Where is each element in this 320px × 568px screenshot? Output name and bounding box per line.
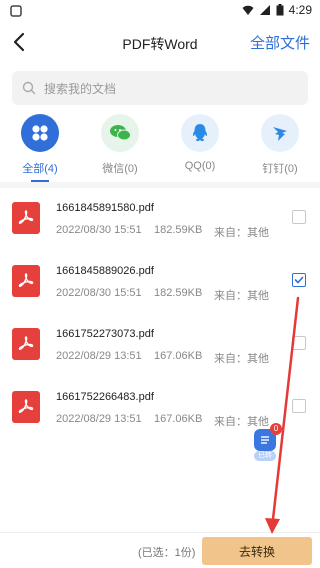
filter-label-qq: QQ(0) (184, 160, 216, 172)
wifi-icon (242, 5, 254, 15)
bottom-action-bar: (已选：1份) 去转换 (0, 532, 320, 568)
converted-count-badge: 0 (270, 423, 282, 435)
file-size: 167.06KB (154, 350, 203, 362)
file-select-checkbox[interactable] (292, 210, 306, 224)
battery-icon (276, 4, 284, 16)
status-time: 4:29 (288, 3, 312, 17)
file-source: 来自：其他 (214, 290, 269, 302)
qq-icon (181, 114, 219, 152)
wechat-icon (101, 114, 139, 152)
filter-tab-wechat[interactable]: 微信(0) (88, 114, 152, 176)
filter-tab-qq[interactable]: QQ(0) (168, 114, 232, 172)
file-name: 1661752266483.pdf (56, 391, 154, 403)
file-size: 182.59KB (154, 224, 203, 236)
filter-label-all: 全部(4) (22, 163, 58, 175)
file-date: 2022/08/30 15:51 (56, 224, 142, 236)
file-size: 182.59KB (154, 287, 203, 299)
file-source: 来自：其他 (214, 227, 269, 239)
nav-bar: PDF转Word 全部文件 (0, 22, 320, 64)
search-input[interactable]: 搜索我的文档 (12, 71, 308, 105)
pdf-file-icon (12, 328, 40, 360)
converted-tag: 已转 (254, 451, 276, 461)
file-date: 2022/08/30 15:51 (56, 287, 142, 299)
file-row[interactable]: 1661845889026.pdf 2022/08/30 15:51 182.5… (0, 251, 320, 314)
signal-icon (259, 5, 270, 15)
file-source: 来自：其他 (214, 353, 269, 365)
file-date: 2022/08/29 13:51 (56, 413, 142, 425)
file-select-checkbox[interactable] (292, 336, 306, 350)
search-icon (22, 81, 36, 95)
source-filter-tabs: 全部(4) 微信(0) QQ(0) 钉钉(0) (0, 114, 320, 182)
convert-button[interactable]: 去转换 (202, 537, 312, 565)
file-select-checkbox[interactable] (292, 399, 306, 413)
checkmark-icon (294, 276, 304, 284)
filter-label-wechat: 微信(0) (102, 163, 138, 175)
notification-icon (10, 5, 22, 17)
filter-label-dingtalk: 钉钉(0) (262, 163, 298, 175)
file-size: 167.06KB (154, 413, 203, 425)
file-name: 1661845891580.pdf (56, 202, 154, 214)
file-date: 2022/08/29 13:51 (56, 350, 142, 362)
file-name: 1661845889026.pdf (56, 265, 154, 277)
filter-tab-all[interactable]: 全部(4) (8, 114, 72, 182)
pdf-file-icon (12, 202, 40, 234)
grid-icon (21, 114, 59, 152)
search-placeholder: 搜索我的文档 (44, 81, 117, 96)
all-files-link[interactable]: 全部文件 (250, 32, 310, 53)
file-name: 1661752273073.pdf (56, 328, 154, 340)
converted-float-button[interactable]: 0 已转 (252, 423, 282, 461)
pdf-file-icon (12, 265, 40, 297)
pdf-file-icon (12, 391, 40, 423)
dingtalk-icon (261, 114, 299, 152)
status-bar: 4:29 (0, 0, 320, 22)
file-row[interactable]: 1661752273073.pdf 2022/08/29 13:51 167.0… (0, 314, 320, 377)
filter-tab-dingtalk[interactable]: 钉钉(0) (248, 114, 312, 176)
file-list: 1661845891580.pdf 2022/08/30 15:51 182.5… (0, 188, 320, 440)
file-row[interactable]: 1661845891580.pdf 2022/08/30 15:51 182.5… (0, 188, 320, 251)
file-select-checkbox[interactable] (292, 273, 306, 287)
selected-count: (已选：1份) (138, 547, 196, 559)
